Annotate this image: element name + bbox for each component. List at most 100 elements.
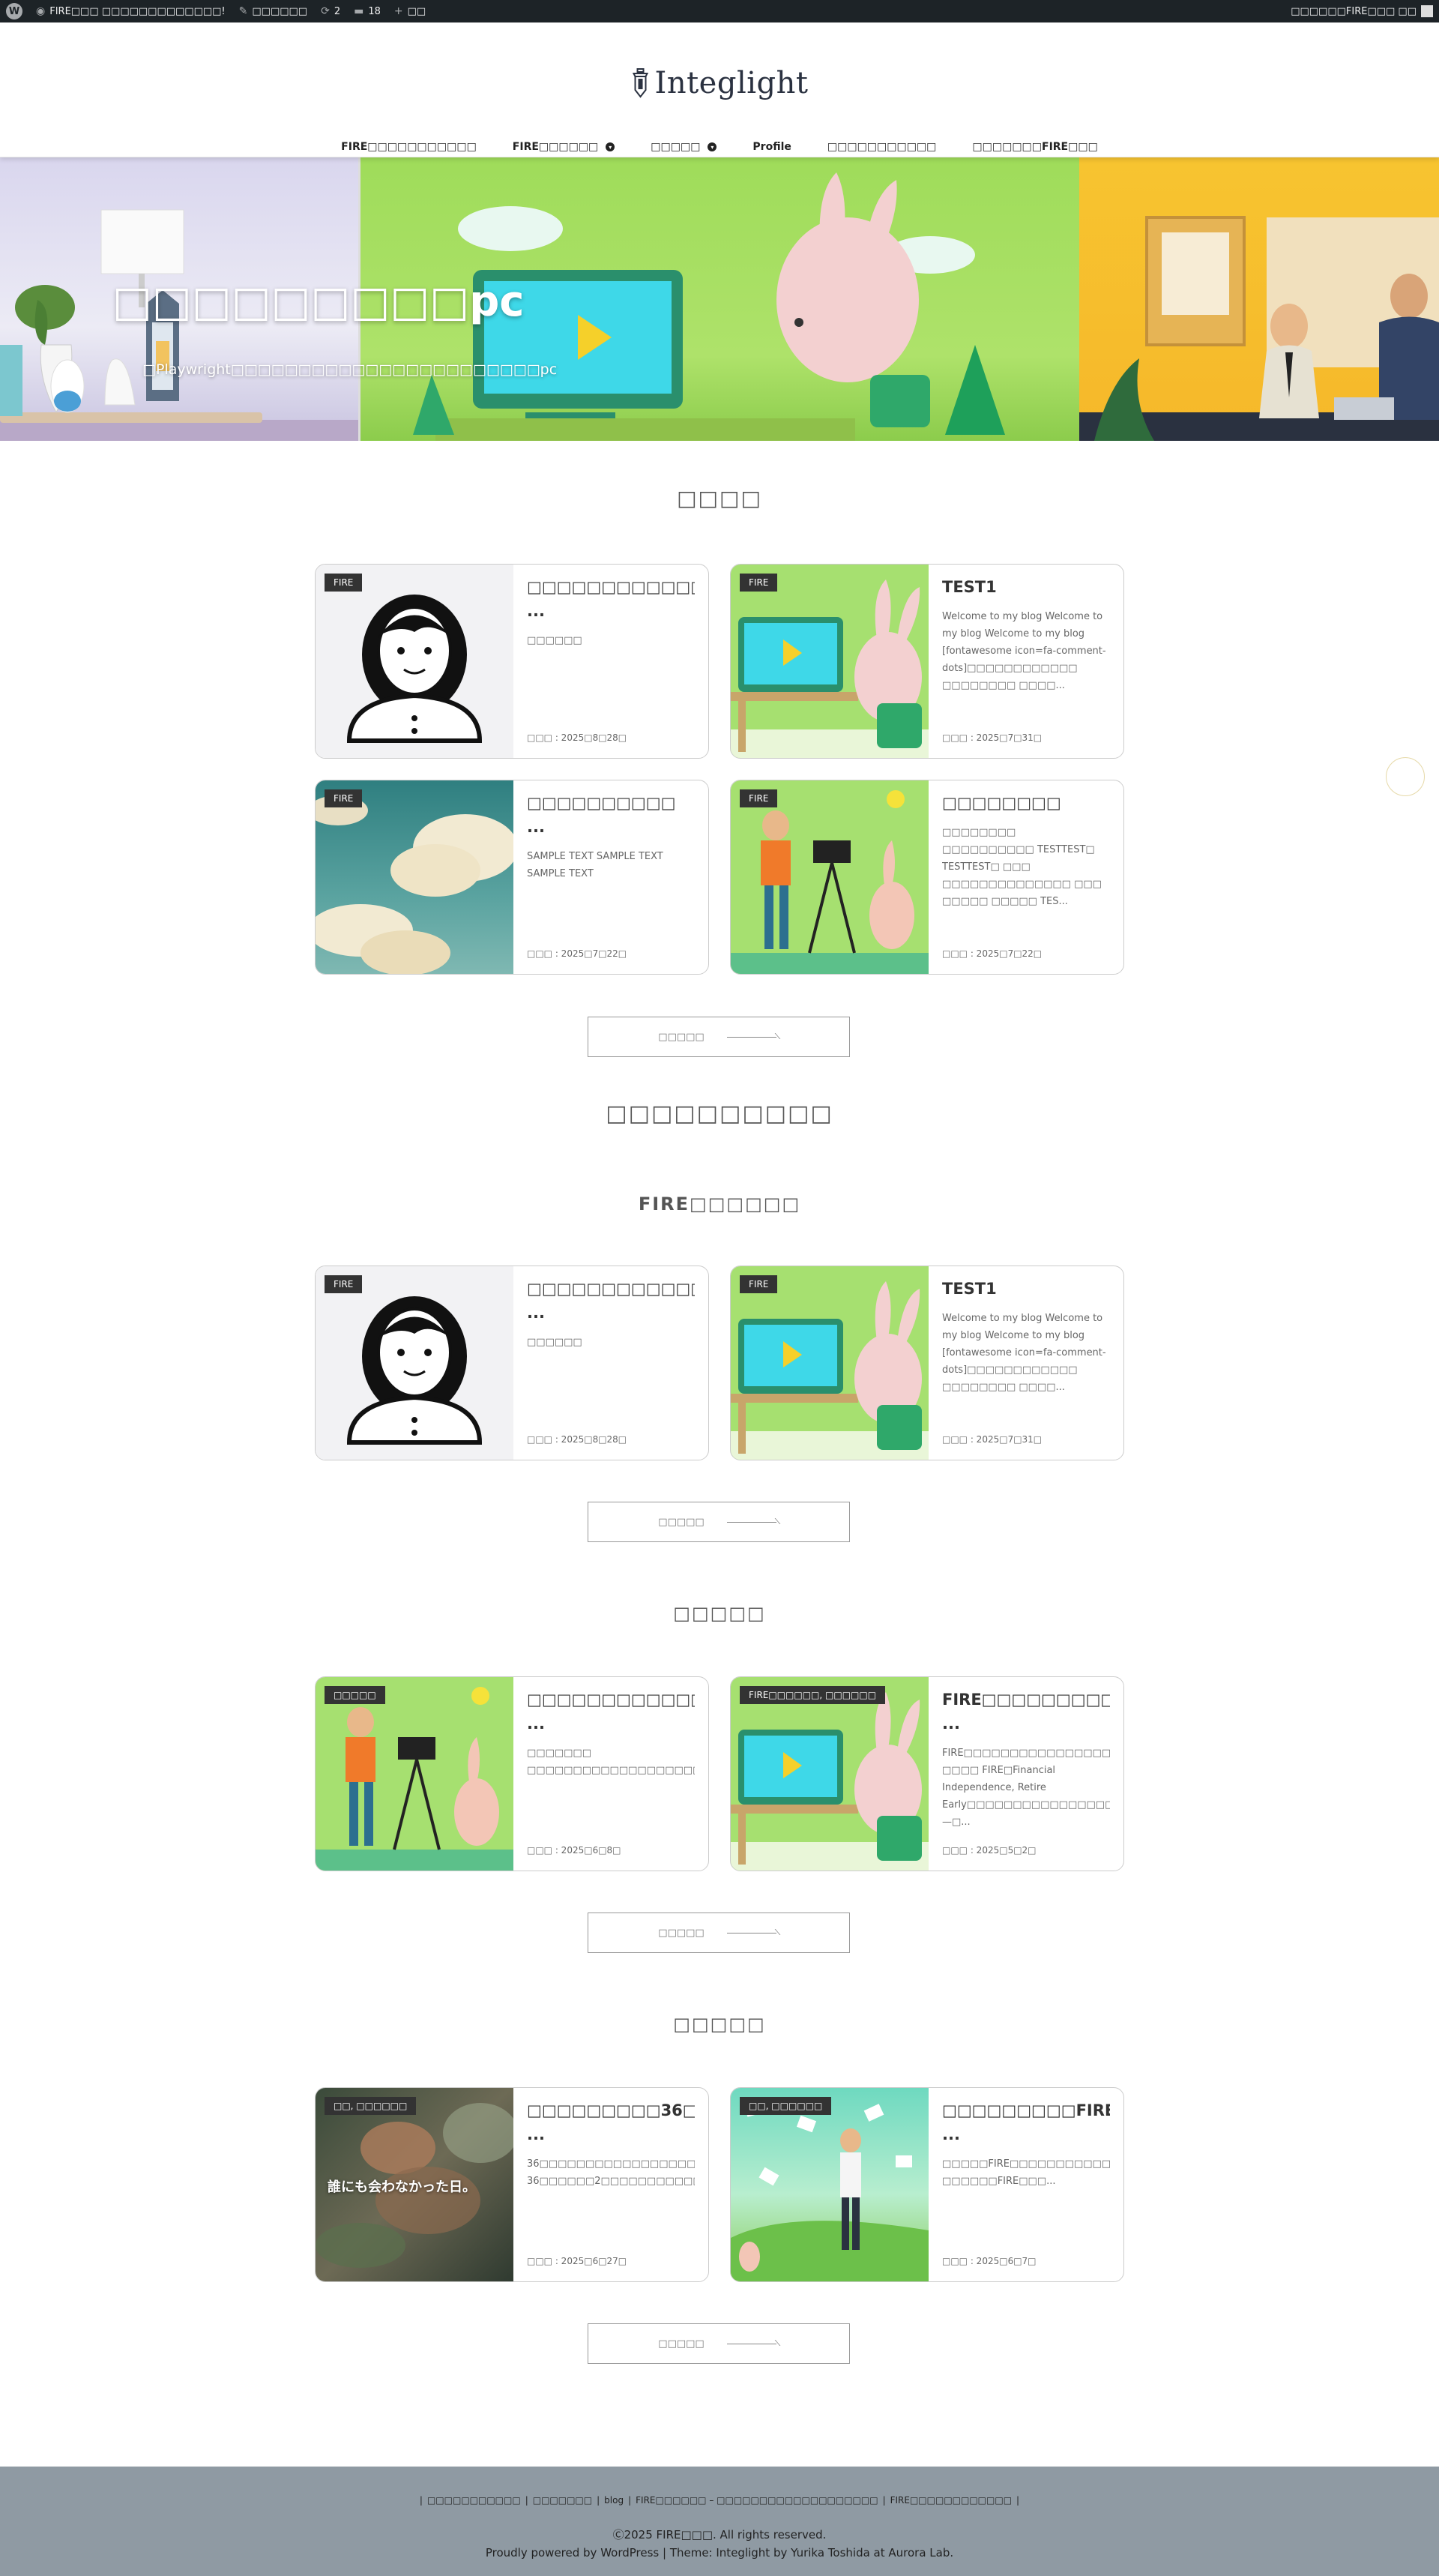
more-button[interactable]: □□□□□ xyxy=(588,1017,850,1057)
post-title[interactable]: FIRE□□□□□□□□□□□□□□“□□”□□□□□□□□ ... xyxy=(942,1688,1110,1736)
post-title[interactable]: □□□□□□□□□FIRE□□□□□□□□□□□□□□□□□ ... xyxy=(942,2098,1110,2146)
category-badge[interactable]: FIRE xyxy=(325,789,363,807)
post-thumbnail-rabbit-pc[interactable] xyxy=(731,565,929,758)
hero-slider: □□□□□□□□□pc □Playwright□□□□□□□□□□□□□□□□□… xyxy=(0,157,1439,441)
post-title[interactable]: □□□□□□□□□36□□□□□□□□□□□□□□□□□□□ ... xyxy=(527,2098,695,2146)
thumbnail-overlay-text: 誰にも会わなかった日。 xyxy=(328,2179,476,2195)
post-card-body: □□□□□□□□□36□□□□□□□□□□□□□□□□□□□ ... 36□□□… xyxy=(527,2098,695,2271)
post-title[interactable]: □□□□□□□□ xyxy=(942,791,1110,815)
post-title[interactable]: TEST1 xyxy=(942,1277,1110,1301)
post-card[interactable]: FIRE TEST1 Welcome to my blog Welcome to… xyxy=(730,1266,1124,1460)
chevron-down-icon[interactable]: ▾ xyxy=(606,142,615,151)
post-excerpt: FIRE□□□□□□□□□□□□□□□□□□□□□ □□□□ FIRE□Fina… xyxy=(942,1748,1110,1828)
footer-link[interactable]: FIRE□□□□□□□□□□□□ xyxy=(886,2495,1016,2506)
admin-comments[interactable]: ▬ 18 xyxy=(354,5,381,17)
category-badge[interactable]: FIRE xyxy=(740,574,778,592)
admin-account[interactable]: □□□□□□FIRE□□□ □□ xyxy=(1291,5,1433,17)
post-card[interactable]: FIRE □□□□□□□□ □□□□□□□□ □□□□□□□□□□ TESTTE… xyxy=(730,780,1124,975)
post-date: □□□ : 2025□7□22□ xyxy=(527,948,627,959)
post-card[interactable]: FIRE TEST1 Welcome to my blog Welcome to… xyxy=(730,564,1124,759)
admin-updates[interactable]: ⟳ 2 xyxy=(321,5,340,17)
site-footer: | □□□□□□□□□□□ | □□□□□□□ | blog | FIRE□□□□□□ – □… xyxy=(0,2467,1439,2576)
post-excerpt: □□□□□□ xyxy=(527,1337,582,1348)
admin-site-name[interactable]: ◉ FIRE□□□ □□□□□□□□□□□□□! xyxy=(36,5,226,17)
post-card[interactable]: □□□□□ □□□□□□□□□□□□FIRE□□□□□□□□□□□□□ ... … xyxy=(315,1676,709,1871)
category-badge[interactable]: FIRE xyxy=(325,574,363,592)
footer-link[interactable]: □□□□□□□□□□□ xyxy=(423,2495,525,2506)
post-thumbnail-clouds[interactable] xyxy=(316,780,518,974)
site-header: Integlight FIRE□□□□□□□□□□□ FIRE□□□□□□ ▾ □… xyxy=(0,22,1439,157)
post-card[interactable]: FIRE □□□□□□□□□□□□□□□□□□□□□□□□□□ ... □□□□… xyxy=(315,1266,709,1460)
post-thumbnail-businessman[interactable] xyxy=(731,2088,929,2281)
post-title[interactable]: □□□□□□□□□□□□□□□□□□□□□□□□□□ ... xyxy=(527,575,695,623)
post-date: □□□ : 2025□6□7□ xyxy=(942,2256,1037,2266)
post-card[interactable]: FIRE □□□□□□□□□□□□□□□□□□□□□□□□□□ ... □□□□… xyxy=(315,564,709,759)
category-badge[interactable]: FIRE xyxy=(740,789,778,807)
post-card[interactable]: 誰にも会わなかった日。 □□, □□□□□□ □□□□□□□□□36□□□□□□… xyxy=(315,2087,709,2282)
powered-by: Proudly powered by WordPress | Theme: In… xyxy=(485,2546,954,2560)
post-title[interactable]: □□□□□□□□□□□□□□□□□□□□□□□□□□ ... xyxy=(527,1277,695,1325)
post-thumbnail-rabbit-pc[interactable] xyxy=(731,1677,929,1871)
more-button[interactable]: □□□□□ xyxy=(588,1913,850,1953)
post-thumbnail-bird[interactable]: 誰にも会わなかった日。 xyxy=(316,2088,518,2281)
dashboard-icon: ◉ xyxy=(36,5,46,17)
category-badge[interactable]: □□□□□ xyxy=(325,1686,385,1704)
post-card-body: □□□□□□□□□□□□□□□□□□□□□□□□□□ ... □□□□□□ □□… xyxy=(527,1277,695,1449)
admin-bar-right: □□□□□□FIRE□□□ □□ xyxy=(1291,5,1433,17)
post-card[interactable]: FIRE□□□□□□, □□□□□□ FIRE□□□□□□□□□□□□□□“□□… xyxy=(730,1676,1124,1871)
scroll-top-button[interactable] xyxy=(1386,757,1425,796)
post-excerpt: SAMPLE TEXT SAMPLE TEXT SAMPLE TEXT xyxy=(527,851,663,879)
post-thumbnail-woman[interactable] xyxy=(316,1266,513,1460)
category-badge[interactable]: FIRE□□□□□□, □□□□□□ xyxy=(740,1686,886,1704)
category-badge[interactable]: FIRE xyxy=(325,1275,363,1293)
nav-item-fire-category[interactable]: FIRE□□□□□□ ▾ xyxy=(513,141,615,153)
nav-item-privacy[interactable]: □□□□□□□□□□□ xyxy=(827,141,937,153)
admin-customize-label: □□□□□□ xyxy=(252,5,308,17)
post-title[interactable]: □□□□□□□□□□ ... xyxy=(527,791,695,839)
footer-link[interactable]: blog xyxy=(600,2495,628,2506)
arrow-right-icon xyxy=(726,1033,779,1041)
more-button[interactable]: □□□□□ xyxy=(588,2323,850,2364)
business-illustration xyxy=(1079,216,1439,441)
more-button[interactable]: □□□□□ xyxy=(588,1502,850,1542)
post-card[interactable]: FIRE □□□□□□□□□□ ... SAMPLE TEXT SAMPLE T… xyxy=(315,780,709,975)
post-date: □□□ : 2025□7□22□ xyxy=(942,948,1043,959)
footer-link[interactable]: FIRE□□□□□□ – □□□□□□□□□□□□□□□□□□□ xyxy=(631,2495,882,2506)
post-excerpt: □□□□□□□ □□□□□□□□□□□□□□□□□□□□□□□□□□...□□□… xyxy=(527,1748,695,1776)
admin-updates-count: 2 xyxy=(334,5,341,17)
wordpress-logo-icon[interactable]: W xyxy=(6,3,22,19)
post-thumbnail-woman[interactable] xyxy=(316,565,513,758)
post-card-body: □□□□□□□□□□□□□□□□□□□□□□□□□□ ... □□□□□□ □□… xyxy=(527,575,695,747)
arrow-right-icon xyxy=(726,1929,779,1936)
post-thumbnail-camera[interactable] xyxy=(316,1677,513,1871)
post-card[interactable]: □□, □□□□□□ □□□□□□□□□FIRE□□□□□□□□□□□□□□□□… xyxy=(730,2087,1124,2282)
post-card-body: □□□□□□□□ □□□□□□□□ □□□□□□□□□□ TESTTEST□ T… xyxy=(942,791,1110,963)
chevron-down-icon[interactable]: ▾ xyxy=(708,142,717,151)
post-title[interactable]: □□□□□□□□□□□□FIRE□□□□□□□□□□□□□ ... xyxy=(527,1688,695,1736)
post-excerpt: Welcome to my blog Welcome to my blog We… xyxy=(942,611,1106,691)
paintbrush-icon: ✎ xyxy=(238,5,248,17)
nav-item-fire-about[interactable]: □□□□□□□FIRE□□□ xyxy=(972,141,1097,153)
footer-link[interactable]: □□□□□□□ xyxy=(528,2495,597,2506)
post-date: □□□ : 2025□8□28□ xyxy=(527,1434,627,1445)
post-thumbnail-rabbit-pc[interactable] xyxy=(731,1266,929,1460)
category-badge[interactable]: □□, □□□□□□ xyxy=(740,2097,832,2115)
comment-icon: ▬ xyxy=(354,5,364,17)
admin-customize[interactable]: ✎ □□□□□□ xyxy=(239,5,307,17)
post-title[interactable]: TEST1 xyxy=(942,575,1110,599)
nav-item-label: FIRE□□□□□□ xyxy=(512,141,599,153)
nav-item-fire-top[interactable]: FIRE□□□□□□□□□□□ xyxy=(341,141,477,153)
nav-item-profile[interactable]: Profile xyxy=(752,141,791,153)
nav-item-category[interactable]: □□□□□ ▾ xyxy=(651,141,717,153)
admin-new[interactable]: + □□ xyxy=(394,5,426,17)
category-badge[interactable]: FIRE xyxy=(740,1275,778,1293)
copyright: Ⓒ2025 FIRE□□□. All rights reserved. xyxy=(612,2528,827,2542)
plus-icon: + xyxy=(393,5,403,17)
nav-item-label: FIRE□□□□□□□□□□□ xyxy=(341,141,477,153)
category-badge[interactable]: □□, □□□□□□ xyxy=(325,2097,417,2115)
site-logo[interactable]: Integlight xyxy=(631,66,809,100)
post-card-body: □□□□□□□□□□□□FIRE□□□□□□□□□□□□□ ... □□□□□□… xyxy=(527,1688,695,1860)
post-date: □□□ : 2025□5□2□ xyxy=(942,1845,1037,1856)
post-date: □□□ : 2025□7□31□ xyxy=(942,732,1043,743)
post-thumbnail-camera[interactable] xyxy=(731,780,929,974)
